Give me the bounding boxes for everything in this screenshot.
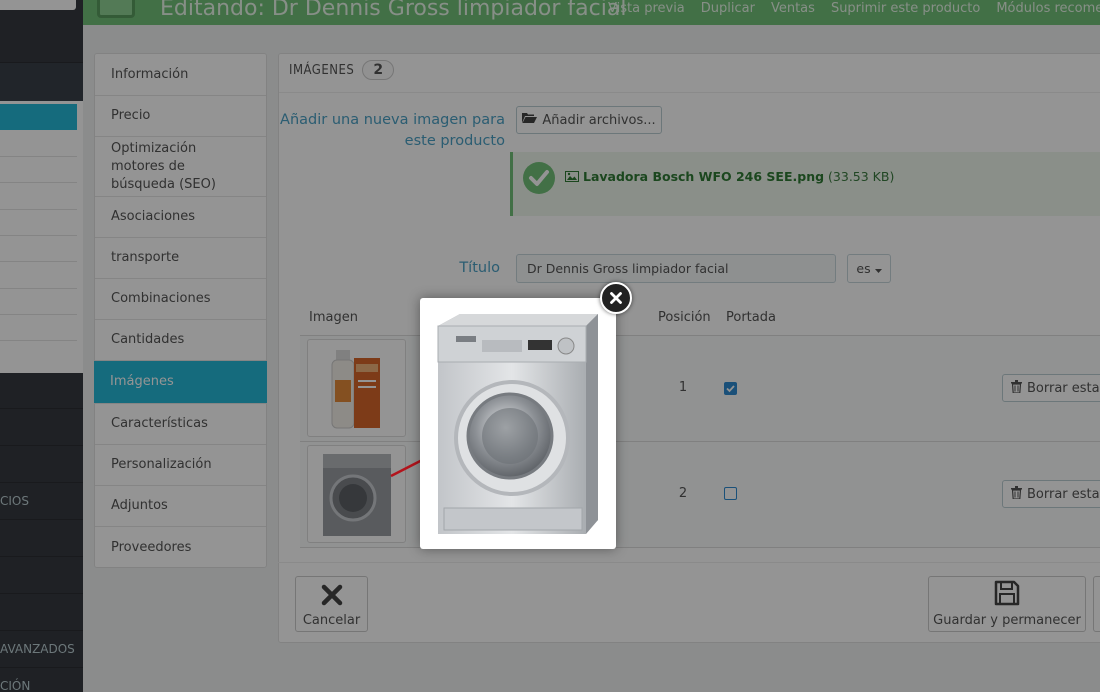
close-icon bbox=[610, 288, 622, 309]
image-lightbox bbox=[420, 298, 616, 549]
close-lightbox-button[interactable] bbox=[600, 282, 632, 314]
washing-machine-image bbox=[437, 314, 598, 534]
